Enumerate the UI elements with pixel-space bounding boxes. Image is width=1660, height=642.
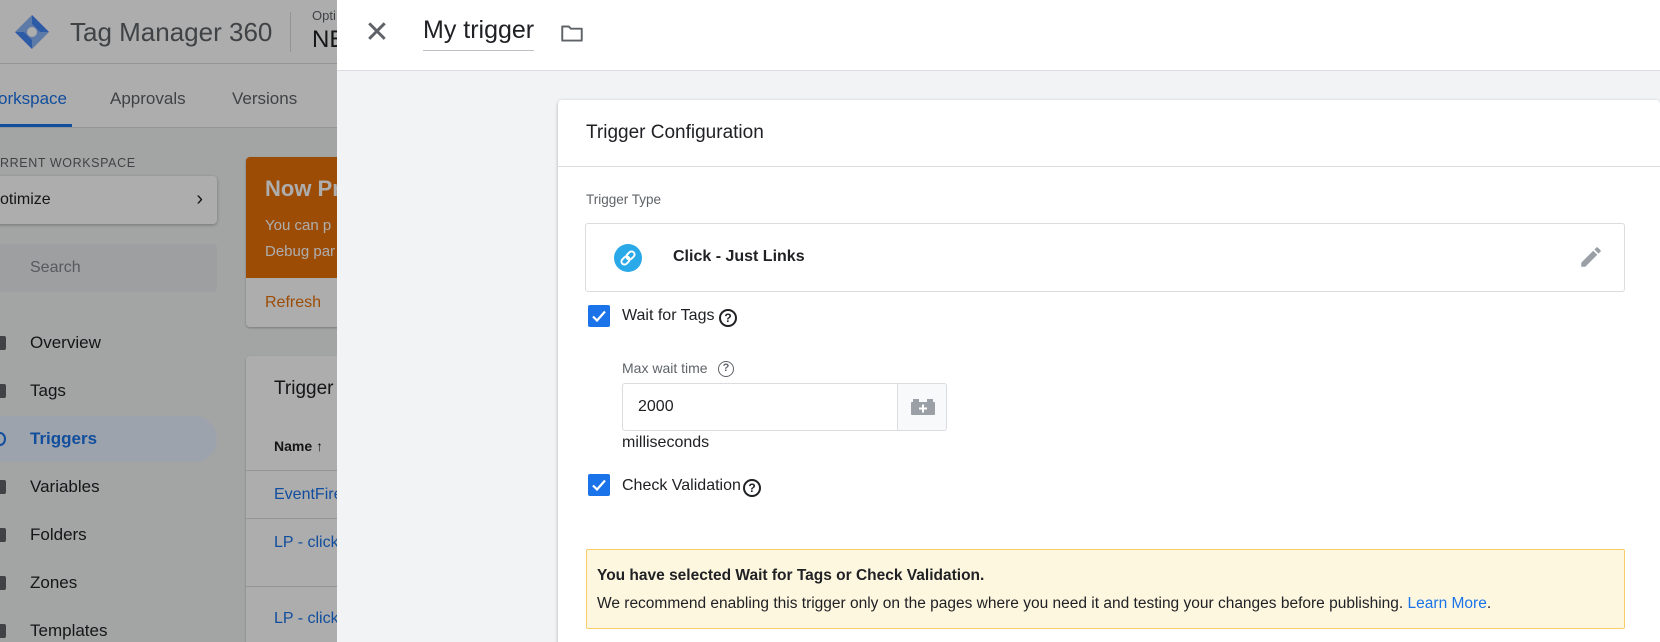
check-validation-label: Check Validation — [622, 477, 741, 494]
trigger-type-selector[interactable]: Click - Just Links — [585, 223, 1625, 292]
card-title: Trigger Configuration — [586, 122, 764, 143]
add-variable-button[interactable] — [897, 383, 947, 431]
add-variable-icon — [911, 399, 935, 415]
link-icon — [614, 244, 642, 272]
check-validation-checkbox[interactable] — [588, 474, 610, 496]
warning-trailing: . — [1486, 595, 1492, 612]
units-label: milliseconds — [622, 434, 710, 451]
trigger-type-label: Trigger Type — [586, 192, 662, 207]
max-wait-time-label: Max wait time — [622, 360, 708, 376]
panel-header: ✕ My trigger — [337, 0, 1660, 71]
trigger-name-field[interactable]: My trigger — [423, 16, 535, 51]
help-icon[interactable]: ? — [719, 309, 737, 327]
warning-title: You have selected Wait for Tags or Check… — [597, 567, 985, 584]
card-divider — [558, 166, 1660, 167]
pencil-icon[interactable] — [1578, 244, 1604, 270]
wait-for-tags-label: Wait for Tags — [622, 307, 715, 324]
max-wait-label-text: Max wait time — [622, 360, 708, 376]
trigger-type-value: Click - Just Links — [673, 248, 805, 265]
help-icon[interactable]: ? — [718, 361, 734, 377]
warning-body-text: We recommend enabling this trigger only … — [597, 595, 1404, 612]
max-wait-time-input[interactable]: 2000 — [622, 383, 898, 431]
close-icon[interactable]: ✕ — [361, 18, 393, 50]
learn-more-link[interactable]: Learn More — [1408, 595, 1487, 612]
warning-body: We recommend enabling this trigger only … — [597, 595, 1491, 613]
help-icon[interactable]: ? — [743, 479, 761, 497]
trigger-configuration-card: Trigger Configuration Trigger Type Click… — [558, 100, 1660, 642]
wait-for-tags-checkbox[interactable] — [588, 305, 610, 327]
warning-notice: You have selected Wait for Tags or Check… — [586, 549, 1625, 629]
folder-icon[interactable] — [559, 20, 585, 46]
trigger-edit-panel: ✕ My trigger Trigger Configuration Trigg… — [337, 0, 1660, 642]
max-wait-time-value: 2000 — [638, 398, 674, 415]
